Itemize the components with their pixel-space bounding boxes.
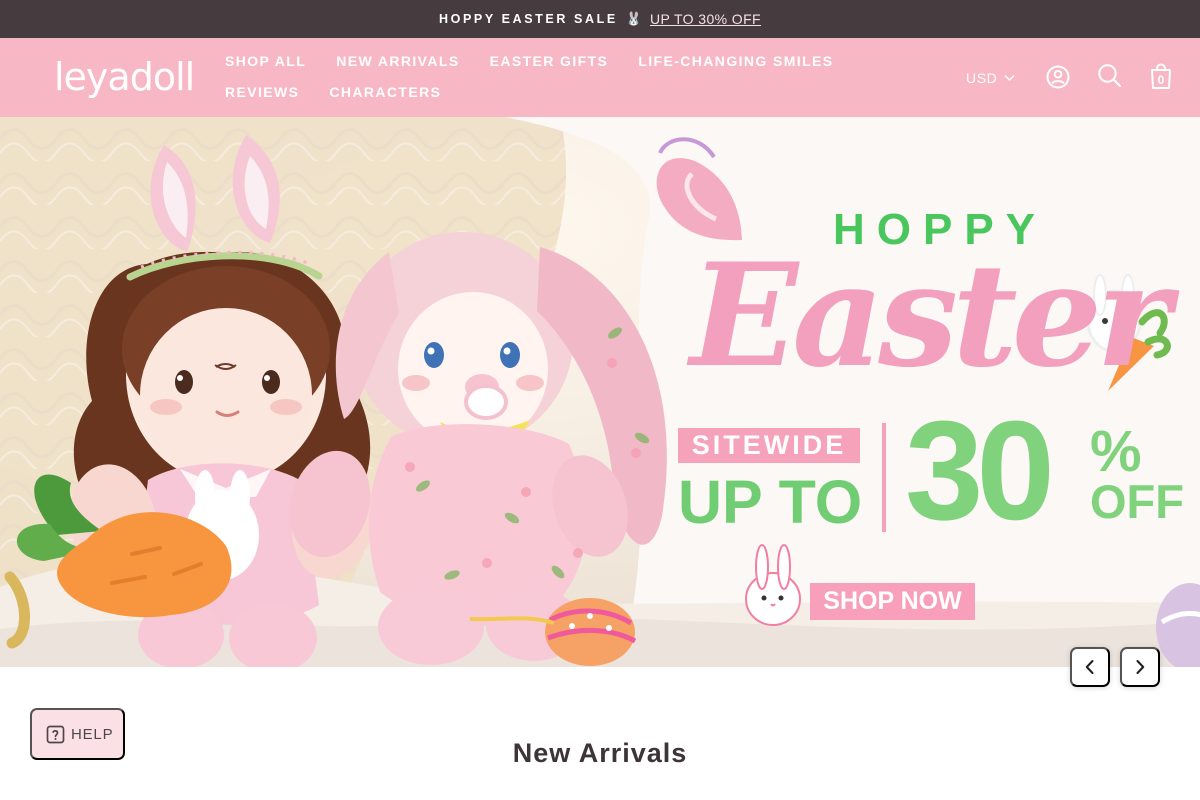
user-icon[interactable]	[1046, 65, 1070, 89]
nav-item-shop-all[interactable]: SHOP ALL	[225, 53, 306, 70]
site-logo[interactable]: leyadoll	[54, 58, 195, 96]
bunny-icon: 🐰	[625, 11, 642, 26]
chevron-right-icon	[1136, 660, 1145, 674]
currency-label: USD	[966, 70, 998, 86]
main-navigation: SHOP ALL NEW ARRIVALS EASTER GIFTS LIFE-…	[225, 53, 915, 101]
announcement-bar: HOPPY EASTER SALE 🐰 UP TO 30% OFF	[0, 0, 1200, 38]
nav-item-characters[interactable]: CHARACTERS	[329, 84, 441, 101]
hero-sitewide-badge: SITEWIDE	[678, 428, 860, 463]
slider-previous-button[interactable]	[1070, 647, 1110, 687]
cart-count-badge: 0	[1157, 73, 1165, 87]
hero-discount-value: 30	[905, 391, 1055, 549]
currency-selector[interactable]: USD	[966, 70, 1015, 86]
nav-item-new-arrivals[interactable]: NEW ARRIVALS	[336, 53, 459, 70]
search-icon[interactable]	[1097, 63, 1122, 88]
chevron-down-icon	[1004, 75, 1015, 81]
nav-item-reviews[interactable]: REVIEWS	[225, 84, 299, 101]
hero-banner[interactable]: HOPPY Easter SITEWIDE UP TO 30 % OFF SHO…	[0, 117, 1200, 667]
section-title-new-arrivals: New Arrivals	[512, 738, 688, 768]
chevron-left-icon	[1085, 660, 1094, 674]
hero-offer-divider	[882, 423, 886, 532]
hero-off-text: OFF	[1090, 475, 1184, 528]
hero-percent-symbol: %	[1090, 419, 1142, 484]
hero-script-title: Easter	[690, 233, 1171, 399]
announcement-sale-link[interactable]: UP TO 30% OFF	[650, 11, 761, 27]
announcement-sale-text: HOPPY EASTER SALE	[439, 12, 618, 26]
nav-item-life-changing-smiles[interactable]: LIFE-CHANGING SMILES	[638, 53, 833, 70]
shop-now-button[interactable]: SHOP NOW	[810, 583, 975, 620]
site-header: leyadoll SHOP ALL NEW ARRIVALS EASTER GI…	[0, 38, 1200, 117]
nav-item-easter-gifts[interactable]: EASTER GIFTS	[490, 53, 609, 70]
hero-up-to-text: UP TO	[678, 468, 863, 536]
slider-next-button[interactable]	[1120, 647, 1160, 687]
